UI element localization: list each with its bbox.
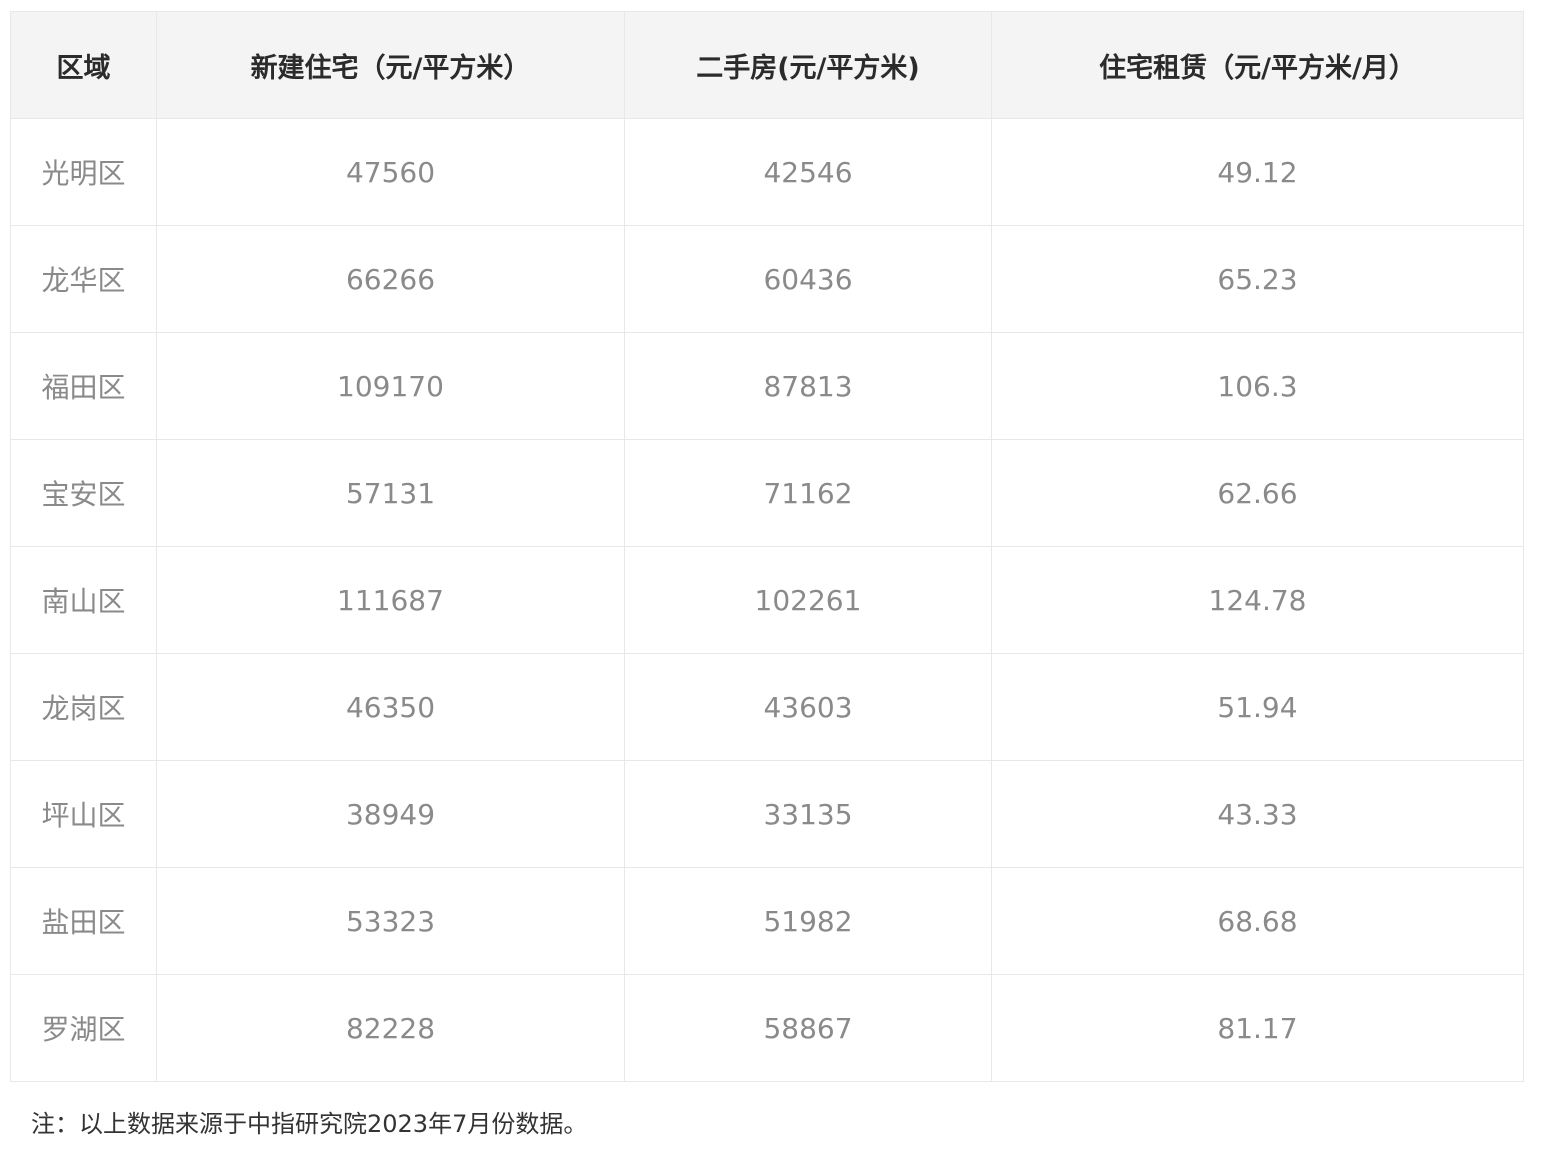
header-rental: 住宅租赁（元/平方米/月）	[991, 11, 1524, 119]
cell-new-housing: 66266	[156, 225, 625, 333]
cell-second-hand: 71162	[624, 439, 992, 547]
cell-new-housing: 47560	[156, 118, 625, 226]
cell-second-hand: 58867	[624, 974, 992, 1082]
cell-district: 光明区	[10, 118, 157, 226]
table-row: 坪山区 38949 33135 43.33	[10, 760, 1524, 868]
cell-district: 南山区	[10, 546, 157, 654]
cell-district: 福田区	[10, 332, 157, 440]
table-row: 光明区 47560 42546 49.12	[10, 118, 1524, 226]
cell-rental: 43.33	[991, 760, 1524, 868]
cell-rental: 51.94	[991, 653, 1524, 761]
cell-rental: 124.78	[991, 546, 1524, 654]
cell-second-hand: 43603	[624, 653, 992, 761]
cell-rental: 65.23	[991, 225, 1524, 333]
cell-rental: 81.17	[991, 974, 1524, 1082]
cell-district: 龙华区	[10, 225, 157, 333]
header-district: 区域	[10, 11, 157, 119]
cell-new-housing: 57131	[156, 439, 625, 547]
cell-district: 盐田区	[10, 867, 157, 975]
cell-rental: 68.68	[991, 867, 1524, 975]
cell-new-housing: 111687	[156, 546, 625, 654]
cell-district: 坪山区	[10, 760, 157, 868]
cell-second-hand: 102261	[624, 546, 992, 654]
cell-new-housing: 53323	[156, 867, 625, 975]
table-row: 龙岗区 46350 43603 51.94	[10, 653, 1524, 761]
cell-second-hand: 87813	[624, 332, 992, 440]
cell-district: 罗湖区	[10, 974, 157, 1082]
table-row: 龙华区 66266 60436 65.23	[10, 225, 1524, 333]
cell-rental: 106.3	[991, 332, 1524, 440]
table-row: 福田区 109170 87813 106.3	[10, 332, 1524, 440]
table-row: 盐田区 53323 51982 68.68	[10, 867, 1524, 975]
header-new-housing: 新建住宅（元/平方米）	[156, 11, 625, 119]
cell-second-hand: 33135	[624, 760, 992, 868]
cell-new-housing: 46350	[156, 653, 625, 761]
price-table-container: 区域 新建住宅（元/平方米） 二手房(元/平方米) 住宅租赁（元/平方米/月） …	[10, 11, 1524, 1082]
table-row: 宝安区 57131 71162 62.66	[10, 439, 1524, 547]
table-header-row: 区域 新建住宅（元/平方米） 二手房(元/平方米) 住宅租赁（元/平方米/月）	[10, 11, 1524, 119]
cell-second-hand: 60436	[624, 225, 992, 333]
header-second-hand: 二手房(元/平方米)	[624, 11, 992, 119]
cell-rental: 49.12	[991, 118, 1524, 226]
cell-second-hand: 42546	[624, 118, 992, 226]
cell-second-hand: 51982	[624, 867, 992, 975]
cell-new-housing: 38949	[156, 760, 625, 868]
cell-rental: 62.66	[991, 439, 1524, 547]
source-note: 注：以上数据来源于中指研究院2023年7月份数据。	[31, 1110, 588, 1138]
cell-new-housing: 82228	[156, 974, 625, 1082]
cell-district: 龙岗区	[10, 653, 157, 761]
table-row: 南山区 111687 102261 124.78	[10, 546, 1524, 654]
cell-district: 宝安区	[10, 439, 157, 547]
cell-new-housing: 109170	[156, 332, 625, 440]
table-row: 罗湖区 82228 58867 81.17	[10, 974, 1524, 1082]
district-price-table: 区域 新建住宅（元/平方米） 二手房(元/平方米) 住宅租赁（元/平方米/月） …	[10, 11, 1524, 1082]
